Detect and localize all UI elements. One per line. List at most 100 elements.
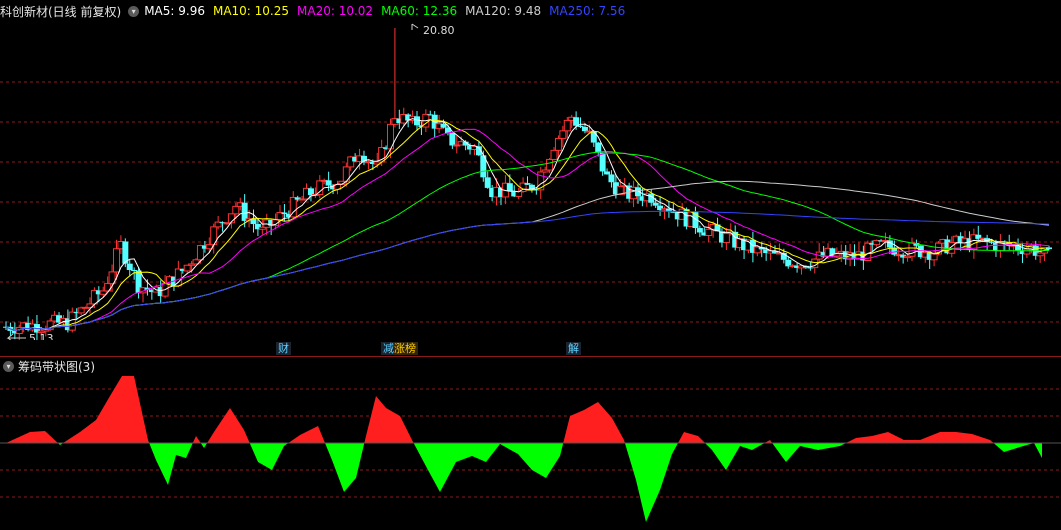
indicator-title: 筹码带状图(3) bbox=[18, 359, 95, 374]
ma120-line bbox=[5, 180, 1050, 331]
negative-band bbox=[705, 443, 712, 450]
negative-band bbox=[672, 443, 678, 454]
sub-chart-header: ▾ 筹码带状图(3) bbox=[0, 357, 99, 375]
negative-band bbox=[646, 443, 660, 522]
positive-band bbox=[846, 438, 856, 443]
event-limit-list[interactable]: 涨榜 bbox=[394, 342, 418, 355]
negative-band bbox=[456, 443, 472, 462]
negative-band bbox=[800, 443, 818, 450]
ma20-label: MA20: 10.02 bbox=[297, 4, 374, 18]
chevron-down-icon[interactable]: ▾ bbox=[128, 5, 140, 17]
candlestick-chart[interactable]: 20.80 5.13 bbox=[0, 18, 1061, 340]
price-grid bbox=[0, 81, 1061, 323]
positive-band bbox=[570, 410, 584, 443]
footer-strip: ... bbox=[0, 524, 1061, 530]
positive-band bbox=[940, 432, 956, 443]
candle bbox=[122, 238, 129, 268]
positive-band bbox=[376, 396, 386, 443]
negative-band bbox=[532, 443, 546, 478]
positive-band bbox=[386, 408, 400, 443]
candles bbox=[3, 28, 1052, 340]
positive-band bbox=[288, 435, 300, 443]
positive-band bbox=[96, 396, 110, 443]
event-financial[interactable]: 财 bbox=[276, 342, 291, 355]
positive-band bbox=[366, 396, 376, 443]
positive-band bbox=[698, 436, 705, 443]
positive-band bbox=[45, 431, 58, 443]
negative-band bbox=[624, 443, 636, 480]
ma60-label: MA60: 12.36 bbox=[381, 4, 458, 18]
negative-band bbox=[325, 443, 332, 460]
candle bbox=[391, 28, 399, 128]
negative-band bbox=[272, 443, 284, 470]
negative-band bbox=[472, 443, 486, 462]
positive-band bbox=[920, 432, 940, 443]
negative-band bbox=[440, 443, 456, 492]
positive-band bbox=[400, 416, 412, 443]
negative-band bbox=[149, 443, 156, 460]
negative-band bbox=[786, 443, 800, 462]
negative-band bbox=[413, 443, 428, 470]
negative-band bbox=[660, 443, 672, 490]
ma120-label: MA120: 9.48 bbox=[465, 4, 542, 18]
positive-band bbox=[612, 418, 624, 443]
stock-title: 科创新材(日线 前复权) bbox=[0, 4, 122, 19]
positive-band bbox=[192, 436, 196, 443]
positive-band bbox=[6, 432, 30, 443]
candle bbox=[657, 196, 664, 217]
event-unlock[interactable]: 解 bbox=[566, 342, 581, 355]
positive-band bbox=[872, 432, 888, 443]
candle bbox=[661, 206, 669, 220]
negative-band bbox=[1034, 443, 1042, 458]
positive-band bbox=[956, 432, 972, 443]
candle bbox=[634, 183, 641, 204]
indicator-chart[interactable] bbox=[0, 375, 1061, 524]
negative-band bbox=[200, 443, 204, 448]
candle bbox=[316, 175, 324, 199]
negative-band bbox=[818, 443, 840, 450]
ma5-line bbox=[5, 118, 1049, 331]
negative-band bbox=[726, 443, 740, 470]
positive-band bbox=[598, 402, 612, 443]
negative-band bbox=[176, 443, 186, 458]
negative-band bbox=[168, 443, 176, 485]
positive-band bbox=[244, 430, 250, 443]
positive-band bbox=[584, 402, 598, 443]
negative-band bbox=[156, 443, 168, 485]
panel-divider bbox=[0, 356, 1061, 357]
negative-band bbox=[332, 443, 344, 492]
positive-band bbox=[856, 436, 872, 443]
negative-band bbox=[560, 443, 564, 456]
candle bbox=[665, 201, 672, 218]
ma20-line bbox=[5, 128, 1050, 331]
positive-band bbox=[80, 420, 96, 443]
positive-band bbox=[684, 432, 698, 443]
high-marker: 20.80 bbox=[411, 23, 455, 37]
negative-band bbox=[740, 443, 752, 450]
candle bbox=[722, 227, 730, 250]
negative-band bbox=[993, 443, 1004, 452]
positive-band bbox=[214, 408, 230, 443]
negative-band bbox=[712, 443, 726, 470]
negative-band bbox=[752, 443, 765, 450]
negative-band bbox=[486, 443, 500, 462]
negative-band bbox=[258, 443, 272, 470]
negative-band bbox=[772, 443, 786, 462]
negative-band bbox=[249, 443, 258, 462]
negative-band bbox=[204, 443, 208, 448]
positive-band bbox=[207, 432, 214, 443]
ma5-label: MA5: 9.96 bbox=[144, 4, 205, 18]
moving-averages bbox=[5, 118, 1050, 331]
chip-band-areas bbox=[6, 376, 1042, 522]
candle bbox=[183, 264, 191, 275]
positive-band bbox=[563, 416, 570, 443]
positive-band bbox=[196, 436, 201, 443]
negative-band bbox=[428, 443, 440, 492]
negative-band bbox=[344, 443, 356, 492]
candle bbox=[996, 234, 1004, 258]
negative-band bbox=[500, 443, 518, 454]
negative-band bbox=[546, 443, 560, 478]
low-price-label: 5.13 bbox=[29, 332, 54, 340]
chevron-down-icon[interactable]: ▾ bbox=[3, 360, 14, 372]
event-reduce[interactable]: 减 bbox=[381, 342, 394, 355]
